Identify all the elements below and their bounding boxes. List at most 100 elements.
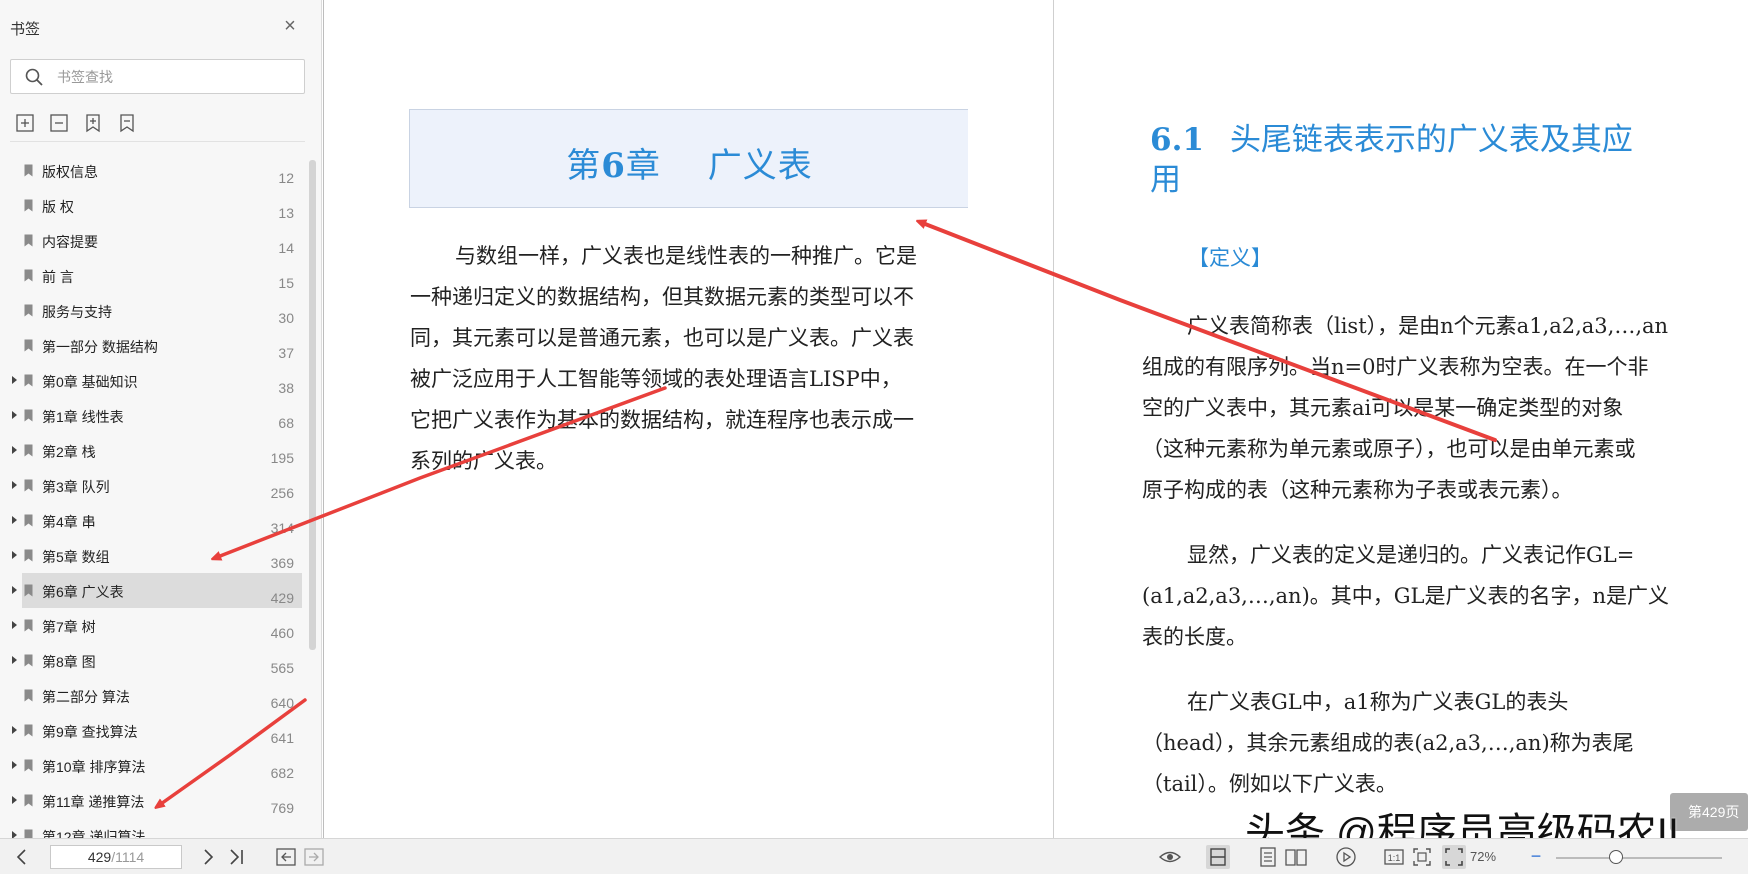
zoom-slider-handle[interactable]: [1609, 850, 1623, 864]
text-line: 系列的广义表。: [410, 449, 557, 473]
chapter-heading-box: 第6章 广义表: [409, 109, 968, 208]
bookmark-page-number: 38: [278, 380, 294, 396]
bookmark-search-input[interactable]: [57, 66, 297, 88]
bookmark-label: 第0章 基础知识: [42, 374, 138, 390]
page-number-popup: 第429页: [1670, 793, 1748, 831]
double-page-icon[interactable]: [1284, 845, 1308, 869]
bookmark-item[interactable]: 第9章 查找算法 641: [12, 713, 302, 748]
chapter-title: 第6章 广义表: [410, 138, 969, 187]
bookmark-page-number: 369: [270, 555, 294, 571]
bookmark-icon: [24, 759, 33, 772]
expand-caret-icon[interactable]: [12, 411, 17, 419]
single-page-icon[interactable]: [1206, 845, 1230, 869]
bookmark-page-number: 15: [278, 275, 294, 291]
definition-tag: 【定义】: [1188, 246, 1272, 270]
bookmark-item[interactable]: 前 言 15: [22, 258, 302, 293]
bookmark-list: 版权信息 12 版 权 13 内容提要 14 前 言 15 服务与支持 30 第一部分 数据结构 37…: [0, 153, 304, 838]
bookmark-icon: [24, 829, 33, 838]
bookmark-page-number: 30: [278, 310, 294, 326]
bookmark-item[interactable]: 第二部分 算法 640: [22, 678, 302, 713]
expand-caret-icon[interactable]: [12, 796, 17, 804]
bookmark-icon: [24, 549, 33, 562]
bookmark-page-number: 37: [278, 345, 294, 361]
bookmark-page-number: 565: [270, 660, 294, 676]
bookmark-item[interactable]: 第4章 串 314: [12, 503, 302, 538]
page-number-input[interactable]: 429/1114: [50, 845, 182, 869]
bookmark-page-number: 256: [270, 485, 294, 501]
bookmark-item[interactable]: 第一部分 数据结构 37: [22, 328, 302, 363]
actual-size-icon[interactable]: 1:1: [1382, 845, 1406, 869]
bookmark-page-number: 640: [270, 695, 294, 711]
status-bar: 429/1114 1:1 72% −: [0, 838, 1748, 874]
bookmark-page-number: 13: [278, 205, 294, 221]
expand-caret-icon[interactable]: [12, 481, 17, 489]
bookmark-label: 前 言: [42, 269, 74, 285]
remove-bookmark-icon[interactable]: [116, 112, 138, 134]
bookmark-scrollbar[interactable]: [309, 160, 316, 650]
search-icon: [25, 68, 43, 86]
bookmark-page-number: 682: [270, 765, 294, 781]
bookmark-item[interactable]: 第2章 栈 195: [12, 433, 302, 468]
divider: [10, 141, 305, 142]
prev-page-icon[interactable]: [10, 845, 34, 869]
continuous-page-icon[interactable]: [1256, 845, 1280, 869]
expand-caret-icon[interactable]: [12, 656, 17, 664]
bookmark-item[interactable]: 第0章 基础知识 38: [12, 363, 302, 398]
add-bookmark-icon[interactable]: [82, 112, 104, 134]
expand-caret-icon[interactable]: [12, 761, 17, 769]
bookmark-icon: [24, 724, 33, 737]
expand-caret-icon[interactable]: [12, 621, 17, 629]
bookmark-item[interactable]: 第5章 数组 369: [12, 538, 302, 573]
last-page-icon[interactable]: [224, 845, 248, 869]
play-icon[interactable]: [1334, 845, 1358, 869]
section-title: 6.1 头尾链表表示的广义表及其应 用: [1150, 120, 1633, 200]
expand-caret-icon[interactable]: [12, 376, 17, 384]
bookmark-item[interactable]: 版 权 13: [22, 188, 302, 223]
bookmark-label: 第二部分 算法: [42, 689, 130, 705]
section-title-line: 头尾链表表示的广义表及其应: [1229, 122, 1633, 158]
bookmark-label: 版 权: [42, 199, 74, 215]
section-title-line: 用: [1150, 162, 1181, 198]
fit-width-icon[interactable]: [1442, 845, 1466, 869]
text-line: 被广泛应用于人工智能等领域的表处理语言LISP中，: [410, 367, 902, 391]
bookmark-item[interactable]: 第7章 树 460: [12, 608, 302, 643]
forward-icon[interactable]: [302, 845, 326, 869]
expand-caret-icon[interactable]: [12, 586, 17, 594]
bookmark-icon: [24, 479, 33, 492]
zoom-slider[interactable]: [1556, 857, 1722, 859]
bookmark-item[interactable]: 第6章 广义表 429: [12, 573, 302, 608]
bookmark-icon: [24, 234, 33, 247]
expand-all-icon[interactable]: [14, 112, 36, 134]
bookmark-item[interactable]: 第11章 递推算法 769: [12, 783, 302, 818]
bookmark-icon: [24, 689, 33, 702]
expand-caret-icon[interactable]: [12, 551, 17, 559]
bookmark-panel-title: 书签: [10, 21, 41, 38]
current-page: 429: [87, 849, 112, 865]
text-line: 同，其元素可以是普通元素，也可以是广义表。广义表: [410, 326, 914, 350]
bookmark-item[interactable]: 第3章 队列 256: [12, 468, 302, 503]
text-line: 在广义表GL中，a1称为广义表GL的表头: [1187, 690, 1569, 714]
collapse-all-icon[interactable]: [48, 112, 70, 134]
bookmark-item[interactable]: 服务与支持 30: [22, 293, 302, 328]
expand-caret-icon[interactable]: [12, 726, 17, 734]
expand-caret-icon[interactable]: [12, 831, 17, 838]
eye-icon[interactable]: [1158, 845, 1182, 869]
zoom-out-button[interactable]: −: [1528, 847, 1544, 865]
fit-page-icon[interactable]: [1410, 845, 1434, 869]
bookmark-item[interactable]: 第12章 递归算法: [12, 818, 302, 838]
bookmark-icon: [24, 269, 33, 282]
bookmark-item[interactable]: 第10章 排序算法 682: [12, 748, 302, 783]
bookmark-icon: [24, 444, 33, 457]
bookmark-label: 第10章 排序算法: [42, 759, 146, 775]
section-number: 6.1: [1150, 122, 1204, 158]
bookmark-item[interactable]: 内容提要 14: [22, 223, 302, 258]
expand-caret-icon[interactable]: [12, 446, 17, 454]
bookmark-item[interactable]: 第8章 图 565: [12, 643, 302, 678]
bookmark-item[interactable]: 第1章 线性表 68: [12, 398, 302, 433]
next-page-icon[interactable]: [196, 845, 220, 869]
expand-caret-icon[interactable]: [12, 516, 17, 524]
zoom-level[interactable]: 72%: [1470, 849, 1496, 864]
close-icon[interactable]: ×: [280, 16, 300, 36]
back-icon[interactable]: [274, 845, 298, 869]
bookmark-item[interactable]: 版权信息 12: [22, 153, 302, 188]
